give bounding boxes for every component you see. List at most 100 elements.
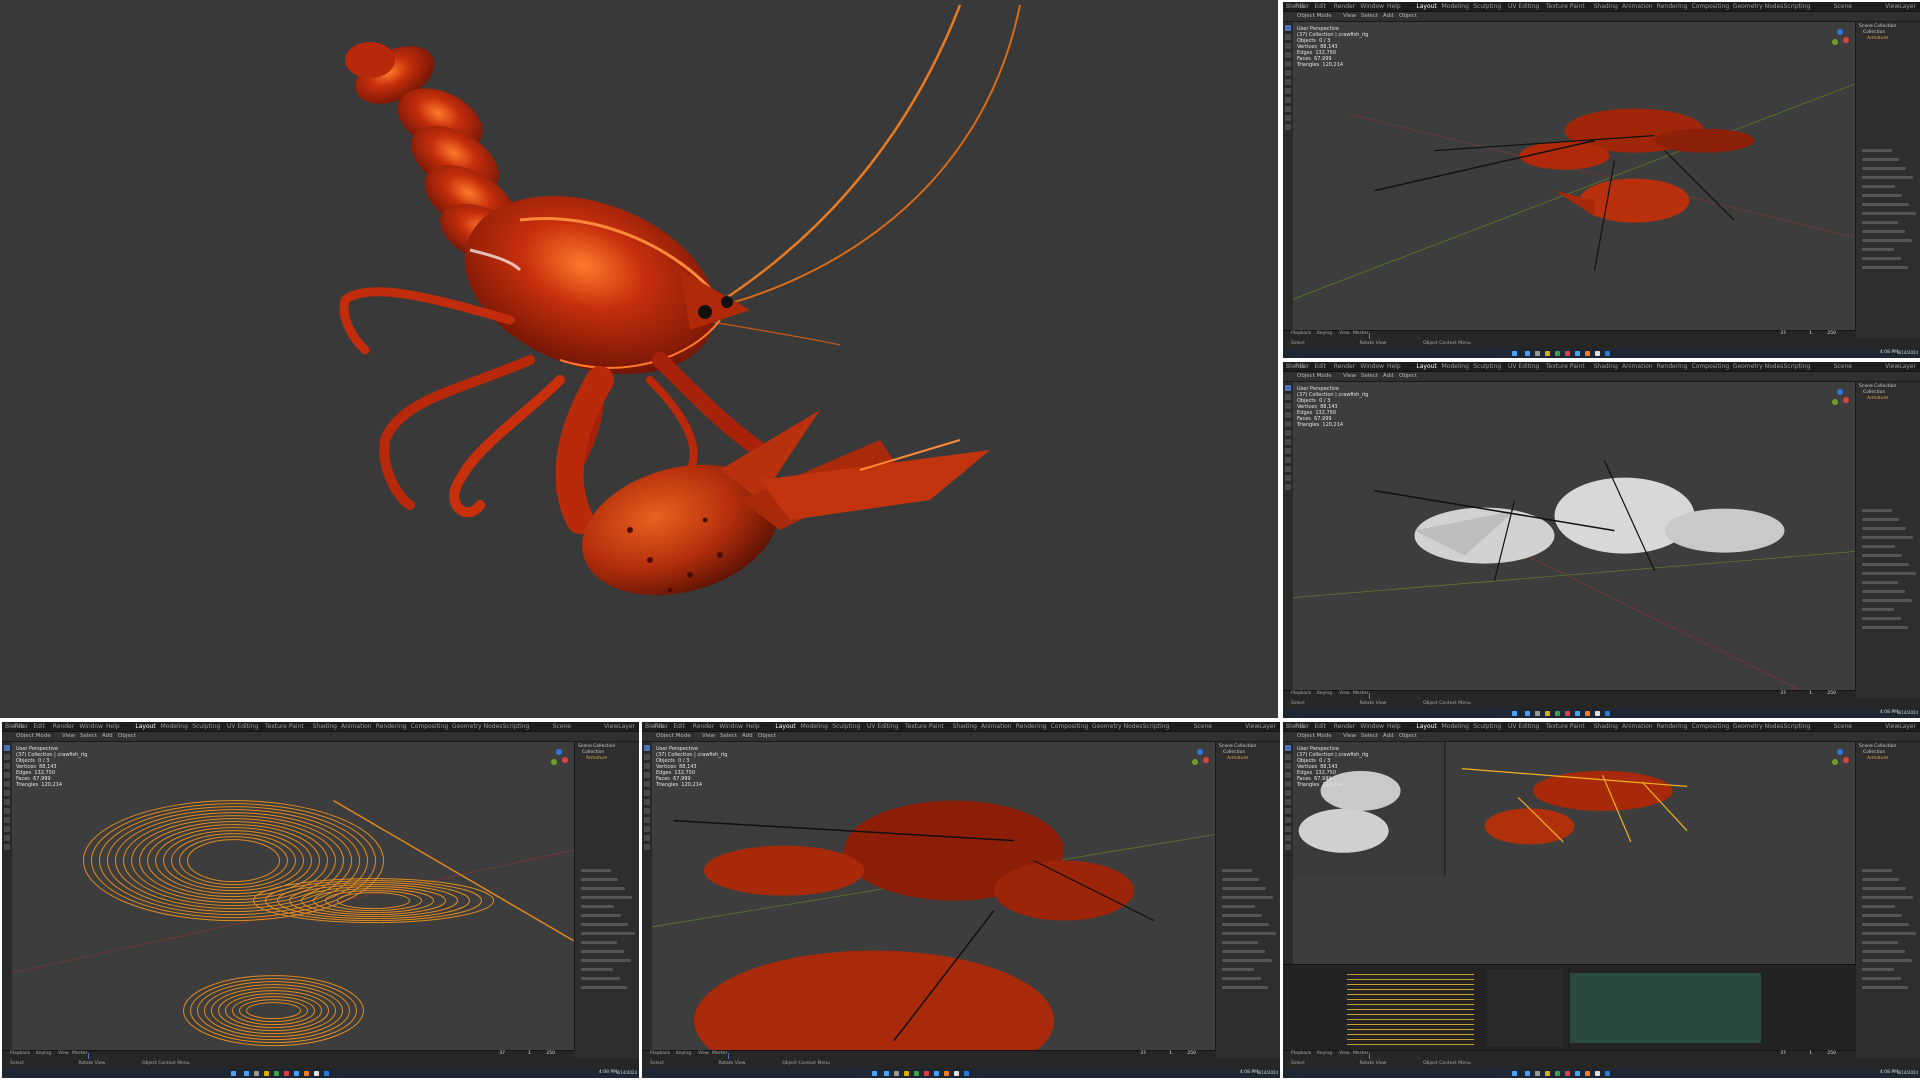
outliner-item[interactable]: Armature <box>578 756 636 762</box>
3d-viewport[interactable] <box>1293 22 1856 330</box>
workspace-tab[interactable]: Geometry Nodes <box>1733 363 1784 370</box>
menu-item[interactable]: Edit <box>1314 363 1326 370</box>
scene-name[interactable]: Scene <box>1834 3 1852 10</box>
timeline-marker[interactable]: Marker <box>72 1051 88 1056</box>
windows-start-icon[interactable] <box>1512 351 1518 356</box>
properties-row[interactable] <box>1862 869 1892 872</box>
properties-row[interactable] <box>1862 158 1899 161</box>
taskbar-app-icon[interactable] <box>1555 711 1561 716</box>
taskbar-app-icon[interactable] <box>884 1071 890 1076</box>
navigation-gizmo-icon[interactable] <box>1830 28 1850 48</box>
toolbar-icon[interactable] <box>1285 421 1291 427</box>
properties-row[interactable] <box>1222 896 1273 899</box>
workspace-tab[interactable]: Layout <box>775 723 795 730</box>
properties-row[interactable] <box>1862 581 1898 584</box>
mode-dropdown[interactable]: Object Mode <box>16 733 51 739</box>
frame-start[interactable]: 1 <box>1169 1051 1172 1056</box>
toolbar-icon[interactable] <box>1285 835 1291 841</box>
toolbar-icon[interactable] <box>644 799 650 805</box>
taskbar-app-icon[interactable] <box>1585 351 1591 356</box>
workspace-tab[interactable]: Sculpting <box>1473 723 1501 730</box>
view-layer-name[interactable]: ViewLayer <box>604 723 635 730</box>
toolbar-icon[interactable] <box>644 826 650 832</box>
object-menu[interactable]: Object <box>1399 13 1417 19</box>
toolbar-icon[interactable] <box>644 844 650 850</box>
timeline-playback[interactable]: Playback <box>10 1051 30 1056</box>
toolbar-icon[interactable] <box>1285 763 1291 769</box>
timeline-playback[interactable]: Playback <box>1291 1051 1311 1056</box>
toolbar-icon[interactable] <box>4 745 10 751</box>
taskbar-app-icon[interactable] <box>1545 1071 1551 1076</box>
add-menu[interactable]: Add <box>1383 733 1394 739</box>
add-menu[interactable]: Add <box>1383 13 1394 19</box>
toolbar-icon[interactable] <box>4 799 10 805</box>
frame-end[interactable]: 250 <box>1827 1051 1836 1056</box>
properties-row[interactable] <box>581 914 621 917</box>
properties-row[interactable] <box>1862 221 1898 224</box>
toolbar-icon[interactable] <box>644 772 650 778</box>
taskbar-app-icon[interactable] <box>1565 711 1571 716</box>
view-layer-name[interactable]: ViewLayer <box>1245 723 1276 730</box>
workspace-tab[interactable]: UV Editing <box>227 723 258 730</box>
properties-row[interactable] <box>1862 878 1899 881</box>
properties-row[interactable] <box>1222 905 1255 908</box>
windows-start-icon[interactable] <box>1512 711 1518 716</box>
toolbar-icon[interactable] <box>1285 115 1291 121</box>
properties-row[interactable] <box>1862 896 1913 899</box>
properties-row[interactable] <box>1862 257 1901 260</box>
mode-dropdown[interactable]: Object Mode <box>1297 373 1332 379</box>
toolbar-icon[interactable] <box>644 808 650 814</box>
object-menu[interactable]: Object <box>758 733 776 739</box>
timeline-playback[interactable]: Playback <box>1291 331 1311 336</box>
properties-row[interactable] <box>1222 986 1268 989</box>
menu-item[interactable]: Help <box>106 723 120 730</box>
toolbar-icon[interactable] <box>4 772 10 778</box>
properties-row[interactable] <box>581 968 613 971</box>
properties-row[interactable] <box>1222 923 1269 926</box>
taskbar-app-icon[interactable] <box>324 1071 330 1076</box>
properties-row[interactable] <box>1862 959 1912 962</box>
workspace-tab[interactable]: Compositing <box>1692 723 1730 730</box>
toolbar-icon[interactable] <box>4 844 10 850</box>
properties-row[interactable] <box>581 959 631 962</box>
properties-row[interactable] <box>1862 572 1916 575</box>
taskbar-app-icon[interactable] <box>294 1071 300 1076</box>
taskbar-app-icon[interactable] <box>1535 1071 1541 1076</box>
workspace-tab[interactable]: Texture Paint <box>1546 3 1585 10</box>
toolbar-icon[interactable] <box>1285 772 1291 778</box>
timeline-marker[interactable]: Marker <box>712 1051 728 1056</box>
timeline-view[interactable]: View <box>1339 331 1350 336</box>
frame-end[interactable]: 250 <box>546 1051 555 1056</box>
frame-end[interactable]: 250 <box>1187 1051 1196 1056</box>
properties-row[interactable] <box>1862 185 1895 188</box>
timeline-view[interactable]: View <box>58 1051 69 1056</box>
properties-row[interactable] <box>1862 545 1895 548</box>
workspace-tab[interactable]: Modeling <box>1442 723 1469 730</box>
properties-row[interactable] <box>581 923 628 926</box>
properties-row[interactable] <box>1862 608 1894 611</box>
taskbar-app-icon[interactable] <box>1545 711 1551 716</box>
toolbar-icon[interactable] <box>4 826 10 832</box>
view-layer-name[interactable]: ViewLayer <box>1885 3 1916 10</box>
properties-row[interactable] <box>581 869 611 872</box>
properties-row[interactable] <box>1862 266 1908 269</box>
toolbar-icon[interactable] <box>644 790 650 796</box>
taskbar-app-icon[interactable] <box>964 1071 970 1076</box>
workspace-tab[interactable]: UV Editing <box>1508 363 1539 370</box>
workspace-tab[interactable]: Animation <box>1622 723 1653 730</box>
taskbar-app-icon[interactable] <box>244 1071 250 1076</box>
toolbar-icon[interactable] <box>1285 385 1291 391</box>
workspace-tab[interactable]: Sculpting <box>192 723 220 730</box>
properties-row[interactable] <box>1862 212 1916 215</box>
workspace-tab[interactable]: Texture Paint <box>1546 363 1585 370</box>
mode-dropdown[interactable]: Object Mode <box>1297 13 1332 19</box>
toolbar-icon[interactable] <box>1285 817 1291 823</box>
navigation-gizmo-icon[interactable] <box>1830 748 1850 768</box>
properties-row[interactable] <box>581 977 620 980</box>
workspace-tab[interactable]: Shading <box>1594 3 1618 10</box>
toolbar-icon[interactable] <box>4 781 10 787</box>
menu-item[interactable]: Help <box>1387 723 1401 730</box>
scene-name[interactable]: Scene <box>553 723 571 730</box>
taskbar-app-icon[interactable] <box>944 1071 950 1076</box>
current-frame[interactable]: 37 <box>499 1051 505 1056</box>
